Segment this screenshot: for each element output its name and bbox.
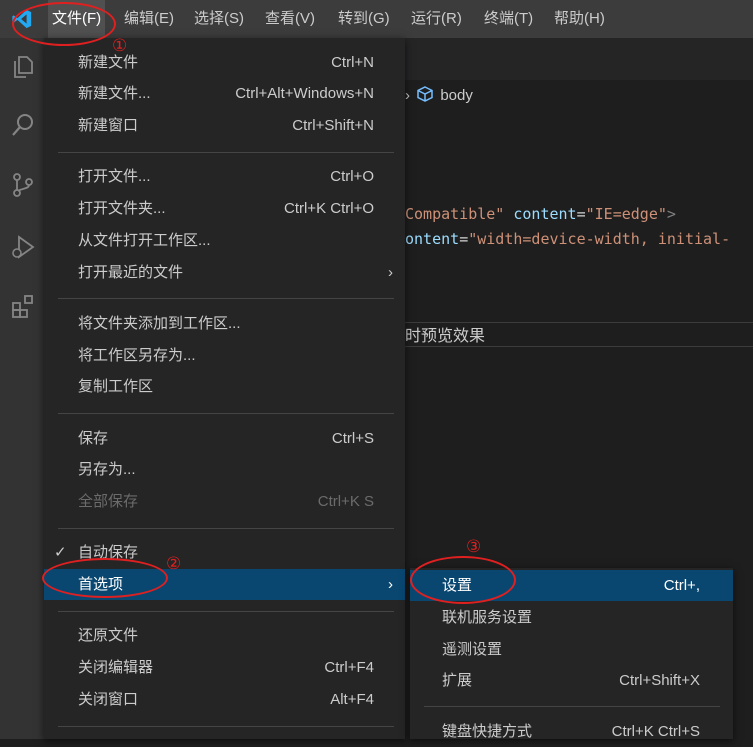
code-line: Compatible" content="IE=edge"> (405, 205, 676, 223)
menu-go[interactable]: 转到(G) (334, 0, 394, 38)
submenu-online-settings[interactable]: 联机服务设置 (410, 602, 733, 633)
menu-separator (58, 152, 394, 153)
divider (405, 346, 753, 347)
menu-add-folder[interactable]: 将文件夹添加到工作区... (44, 308, 405, 339)
menu-close-editor[interactable]: 关闭编辑器 Ctrl+F4 (44, 652, 405, 683)
search-icon[interactable] (10, 112, 36, 138)
menu-view[interactable]: 查看(V) (261, 0, 319, 38)
chevron-right-icon: › (405, 87, 410, 104)
preview-text: 时预览效果 (405, 328, 486, 345)
menu-separator (424, 706, 720, 707)
menu-save-as[interactable]: 另存为... (44, 454, 405, 485)
menu-open-folder[interactable]: 打开文件夹... Ctrl+K Ctrl+O (44, 193, 405, 224)
file-menu: 新建文件 Ctrl+N 新建文件... Ctrl+Alt+Windows+N 新建窗… (44, 38, 405, 739)
run-debug-icon[interactable] (10, 234, 36, 260)
annotation-ellipse-settings (410, 556, 516, 604)
editor-tabs-bar (405, 38, 753, 80)
chevron-right-icon: › (388, 264, 393, 281)
activity-bar (0, 38, 44, 739)
menu-revert-file[interactable]: 还原文件 (44, 620, 405, 651)
breadcrumb-item[interactable]: body (440, 87, 473, 104)
submenu-extensions[interactable]: 扩展 Ctrl+Shift+X (410, 665, 733, 696)
annotation-ellipse-preferences (42, 558, 168, 598)
menu-close-window[interactable]: 关闭窗口 Alt+F4 (44, 684, 405, 715)
menu-save-workspace-as[interactable]: 将工作区另存为... (44, 340, 405, 371)
annotation-number-3: ③ (466, 537, 482, 556)
menu-separator (58, 726, 394, 727)
menu-open-recent[interactable]: 打开最近的文件 › (44, 257, 405, 288)
breadcrumb[interactable]: › body (405, 84, 473, 108)
menu-save-all: 全部保存 Ctrl+K S (78, 493, 374, 510)
chevron-right-icon: › (388, 576, 393, 593)
menu-run[interactable]: 运行(R) (407, 0, 466, 38)
cube-icon (417, 86, 433, 102)
menu-separator (58, 413, 394, 414)
source-control-icon[interactable] (10, 172, 36, 198)
annotation-number-1: ① (112, 36, 128, 55)
menu-duplicate-workspace[interactable]: 复制工作区 (44, 371, 405, 402)
menu-terminal[interactable]: 终端(T) (480, 0, 537, 38)
menu-open-file[interactable]: 打开文件... Ctrl+O (44, 161, 405, 192)
menu-separator (58, 528, 394, 529)
menu-separator (58, 611, 394, 612)
explorer-icon[interactable] (10, 54, 36, 80)
menu-new-file[interactable]: 新建文件 Ctrl+N (44, 47, 405, 78)
menu-help[interactable]: 帮助(H) (550, 0, 609, 38)
submenu-keybindings[interactable]: 键盘快捷方式 Ctrl+K Ctrl+S (410, 716, 733, 747)
extensions-icon[interactable] (10, 294, 36, 320)
menu-separator (58, 298, 394, 299)
code-line: ontent="width=device-width, initial- (405, 230, 731, 248)
menu-edit[interactable]: 编辑(E) (120, 0, 178, 38)
menu-save[interactable]: 保存 Ctrl+S (44, 423, 405, 454)
annotation-number-2: ② (166, 554, 182, 573)
menu-new-file-ellipsis[interactable]: 新建文件... Ctrl+Alt+Windows+N (44, 78, 405, 109)
submenu-telemetry-settings[interactable]: 遥测设置 (410, 634, 733, 665)
menu-selection[interactable]: 选择(S) (190, 0, 248, 38)
annotation-ellipse-file (12, 2, 116, 46)
menu-new-window[interactable]: 新建窗口 Ctrl+Shift+N (44, 110, 405, 141)
menu-open-workspace[interactable]: 从文件打开工作区... (44, 225, 405, 256)
